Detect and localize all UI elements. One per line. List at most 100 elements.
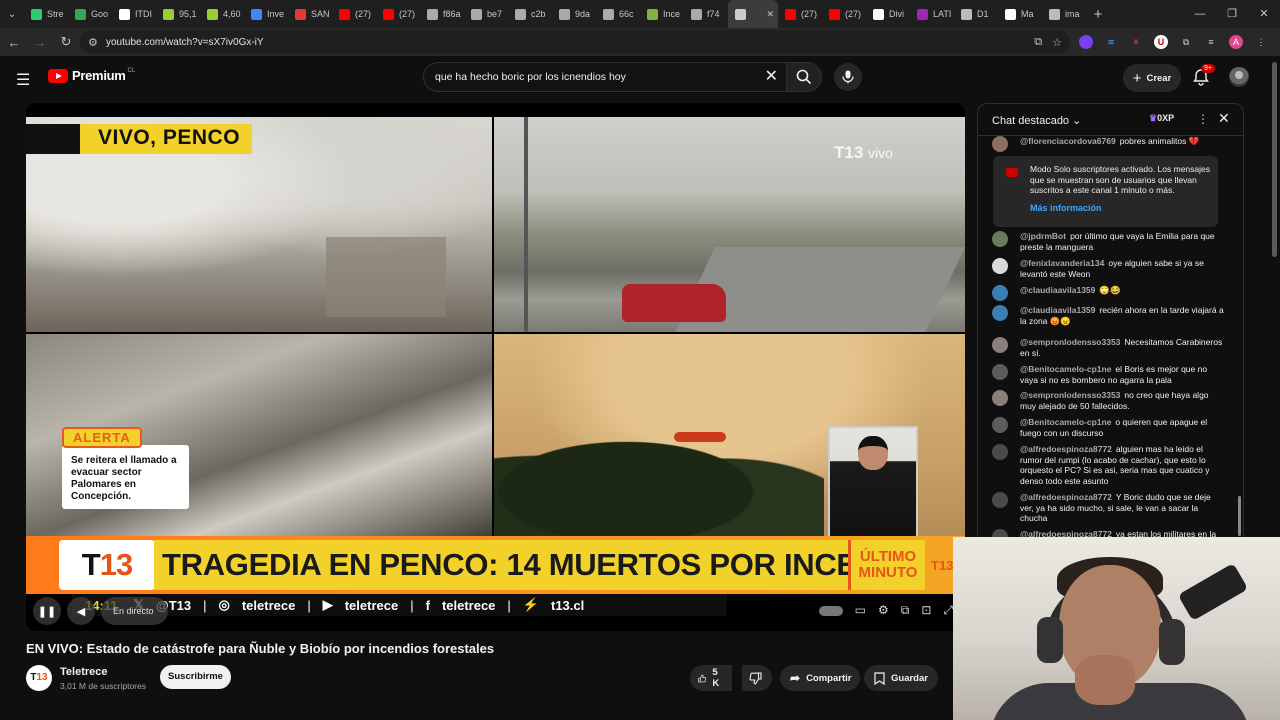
browser-tab[interactable]: 66c	[596, 0, 640, 28]
browser-tab[interactable]: ima	[1042, 0, 1086, 28]
tab-search-icon[interactable]: ⌄	[0, 0, 24, 28]
browser-tab[interactable]: (27)	[376, 0, 420, 28]
chat-avatar[interactable]	[992, 337, 1008, 353]
clear-search-icon[interactable]: ✕	[765, 63, 778, 91]
browser-tab[interactable]: Stre	[24, 0, 68, 28]
youtube-logo[interactable]: Premium CL	[48, 68, 135, 83]
chat-author[interactable]: @alfredoespinoza8772	[1020, 444, 1112, 454]
chat-message[interactable]: @sempronlodensso3353 Necesitamos Carabine…	[992, 337, 1224, 358]
browser-tab[interactable]: ✕	[728, 0, 778, 28]
points-badge[interactable]: ♛0XP	[1149, 113, 1174, 124]
browser-tab[interactable]: 95,1	[156, 0, 200, 28]
chat-author[interactable]: @jpdrmBot	[1020, 231, 1066, 241]
close-window-icon[interactable]: ✕	[1248, 0, 1280, 28]
chat-avatar[interactable]	[992, 285, 1008, 301]
back-icon[interactable]: ←	[2, 35, 26, 50]
autoplay-toggle[interactable]	[818, 606, 843, 616]
channel-name[interactable]: Teletrece	[60, 666, 108, 678]
chat-message[interactable]: @sempronlodensso3353 no creo que haya alg…	[992, 390, 1224, 411]
chat-author[interactable]: @claudiaavila1359	[1020, 285, 1095, 295]
close-chat-icon[interactable]: ✕	[1218, 110, 1230, 127]
browser-tab[interactable]: Divi	[866, 0, 910, 28]
chat-avatar[interactable]	[992, 390, 1008, 406]
site-info-icon[interactable]: ⚙	[88, 36, 98, 49]
subscribe-button[interactable]: Suscribirme	[160, 665, 231, 689]
chat-author[interactable]: @Benitocamelo-cp1ne	[1020, 417, 1111, 427]
chat-author[interactable]: @claudiaavila1359	[1020, 305, 1095, 315]
chat-avatar[interactable]	[992, 444, 1008, 460]
browser-tab[interactable]: (27)	[822, 0, 866, 28]
menu-icon[interactable]: ☰	[16, 70, 30, 90]
chat-message[interactable]: @florenciacordova6769 pobres animalitos 💔	[992, 136, 1224, 152]
close-tab-icon[interactable]: ✕	[766, 9, 774, 20]
search-button[interactable]	[786, 62, 822, 92]
chat-author[interactable]: @florenciacordova6769	[1020, 136, 1116, 146]
extension-icon[interactable]: ✕	[1129, 35, 1143, 49]
chat-author[interactable]: @sempronlodensso3353	[1020, 337, 1120, 347]
create-button[interactable]: + Crear	[1123, 64, 1181, 92]
like-button[interactable]: 5 K	[690, 665, 732, 691]
subtitles-icon[interactable]: ▭	[855, 603, 866, 618]
puzzle-icon[interactable]: ⧉	[1179, 35, 1193, 49]
chat-message[interactable]: @alfredoespinoza8772 alguien mas ha leido…	[992, 444, 1224, 486]
browser-tab[interactable]: D1	[954, 0, 998, 28]
browser-tab[interactable]: f86a	[420, 0, 464, 28]
page-scrollbar[interactable]	[1272, 62, 1277, 257]
channel-avatar[interactable]: T13	[26, 665, 52, 691]
notifications-button[interactable]: 9+	[1192, 64, 1215, 88]
video-player[interactable]: VIVO, PENCO T13 vivo Se reitera el llama…	[26, 103, 965, 631]
more-icon[interactable]: ⋮	[1254, 35, 1268, 49]
extension-icon[interactable]: ≋	[1104, 35, 1118, 49]
bookmark-star-icon[interactable]: ☆	[1052, 36, 1062, 49]
chat-author[interactable]: @fenixlavanderia134	[1020, 258, 1104, 268]
browser-tab[interactable]: f74	[684, 0, 728, 28]
chat-mode-dropdown[interactable]: Chat destacado ⌄	[992, 114, 1081, 127]
browser-tab[interactable]: 4,60	[200, 0, 244, 28]
chat-avatar[interactable]	[992, 417, 1008, 433]
chat-author[interactable]: @Benitocamelo-cp1ne	[1020, 364, 1111, 374]
pause-button[interactable]: ❚❚	[33, 597, 61, 625]
chat-author[interactable]: @sempronlodensso3353	[1020, 390, 1120, 400]
share-button[interactable]: ➦ Compartir	[780, 665, 860, 691]
browser-tab[interactable]: ITDI	[112, 0, 156, 28]
chat-message[interactable]: @jpdrmBot por último que vaya la Emilia p…	[992, 231, 1224, 252]
chat-avatar[interactable]	[992, 305, 1008, 321]
search-input[interactable]: que ha hecho boric por los icnendios hoy…	[423, 62, 786, 92]
chat-more-icon[interactable]: ⋮	[1197, 112, 1209, 126]
profile-icon[interactable]: A	[1229, 35, 1243, 49]
browser-tab[interactable]: Ince	[640, 0, 684, 28]
chat-author[interactable]: @alfredoespinoza8772	[1020, 492, 1112, 502]
address-bar[interactable]: ⚙ youtube.com/watch?v=sX7iv0Gx-iY ⧉ ☆	[80, 30, 1070, 54]
chat-scrollbar[interactable]	[1238, 144, 1241, 536]
dislike-button[interactable]	[742, 665, 772, 691]
volume-button[interactable]: ◀	[67, 597, 95, 625]
media-icon[interactable]: ≡	[1204, 35, 1218, 49]
chat-message[interactable]: @Benitocamelo-cp1ne o quieren que apague …	[992, 417, 1224, 438]
reload-icon[interactable]: ↻	[54, 34, 78, 50]
chat-avatar[interactable]	[992, 492, 1008, 508]
browser-tab[interactable]: SAN	[288, 0, 332, 28]
browser-tab[interactable]: c2b	[508, 0, 552, 28]
chat-message[interactable]: @claudiaavila1359 🙄😂	[992, 285, 1224, 301]
save-button[interactable]: Guardar	[864, 665, 938, 691]
new-tab-button[interactable]: +	[1086, 6, 1110, 23]
browser-tab[interactable]: LATI	[910, 0, 954, 28]
chat-message[interactable]: @Benitocamelo-cp1ne el Boris es mejor que…	[992, 364, 1224, 385]
browser-tab[interactable]: Inve	[244, 0, 288, 28]
browser-tab[interactable]: (27)	[332, 0, 376, 28]
chat-message[interactable]: @fenixlavanderia134 oye alguien sabe si y…	[992, 258, 1224, 279]
chat-avatar[interactable]	[992, 364, 1008, 380]
more-info-link[interactable]: Más información	[1030, 203, 1102, 213]
browser-tab[interactable]: (27)	[778, 0, 822, 28]
browser-tab[interactable]: Goo	[68, 0, 112, 28]
cast-icon[interactable]: ⊡	[921, 603, 931, 618]
chat-avatar[interactable]	[992, 231, 1008, 247]
chat-avatar[interactable]	[992, 258, 1008, 274]
restore-icon[interactable]: ❐	[1216, 0, 1248, 28]
extension-icon[interactable]: U	[1154, 35, 1168, 49]
extension-icon[interactable]	[1079, 35, 1093, 49]
live-indicator[interactable]: En directo	[101, 597, 168, 625]
browser-tab[interactable]: be7	[464, 0, 508, 28]
chat-avatar[interactable]	[992, 136, 1008, 152]
browser-tab[interactable]: 9da	[552, 0, 596, 28]
